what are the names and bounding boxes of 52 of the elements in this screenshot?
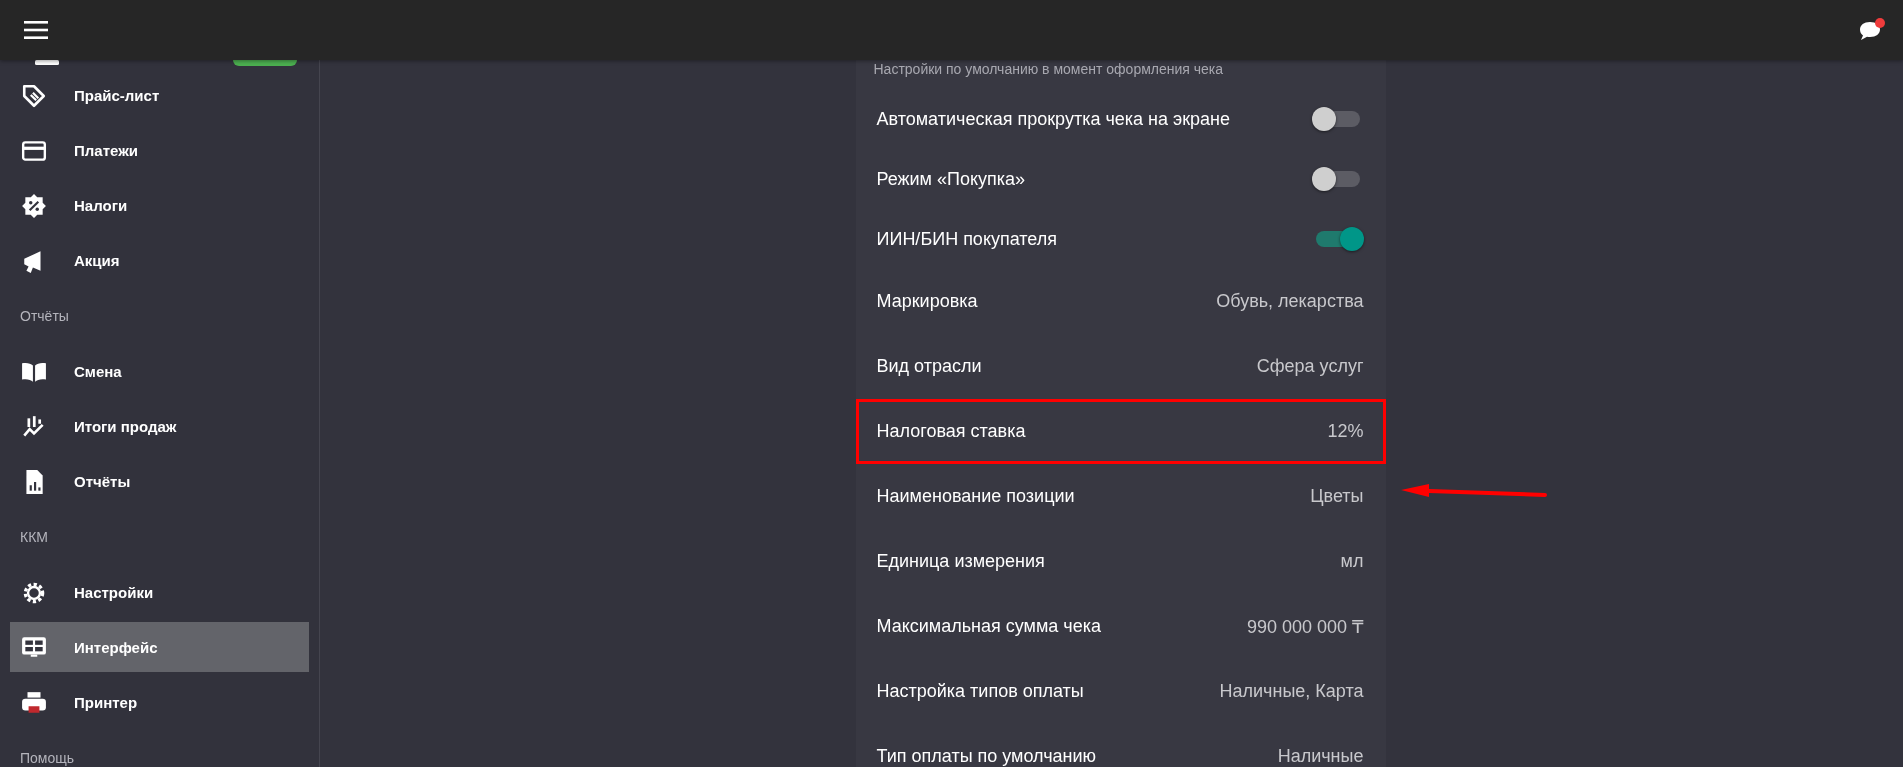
sidebar-item[interactable]: Принтер xyxy=(10,675,309,730)
settings-row[interactable]: Вид отрасли Сфера услуг xyxy=(855,334,1386,399)
setting-value: 990 000 000 ₸ xyxy=(1246,615,1364,638)
sidebar-item[interactable]: Интерфейс xyxy=(10,622,309,672)
setting-label: Вид отрасли xyxy=(876,356,982,377)
setting-value: Сфера услуг xyxy=(1256,356,1364,377)
setting-label: Единица измерения xyxy=(876,551,1045,572)
settings-row[interactable]: Режим «Покупка» xyxy=(855,149,1386,209)
sidebar-item[interactable]: Налоги xyxy=(10,178,309,233)
monitor-icon xyxy=(21,634,47,660)
section-subtitle: Настройки по умолчанию в момент оформления чека xyxy=(872,60,1225,78)
settings-row[interactable]: Настройка типов оплаты Наличные, Карта xyxy=(855,659,1386,724)
setting-label: Наименование позиции xyxy=(876,486,1075,507)
settings-row[interactable]: Максимальная сумма чека 990 000 000 ₸ xyxy=(855,594,1386,659)
setting-value: Обувь, лекарства xyxy=(1216,291,1364,312)
settings-row[interactable]: Маркировка Обувь, лекарства xyxy=(855,269,1386,334)
sidebar-item[interactable]: Отчёты xyxy=(10,454,309,509)
settings-row[interactable]: Налоговая ставка 12% xyxy=(855,399,1386,464)
chat-icon[interactable] xyxy=(1857,17,1887,43)
settings-row[interactable]: Тип оплаты по умолчанию Наличные xyxy=(855,724,1386,767)
sidebar-item[interactable]: Итоги продаж xyxy=(10,399,309,454)
settings-row[interactable]: Наименование позиции Цветы xyxy=(855,464,1386,529)
setting-label: Маркировка xyxy=(876,291,978,312)
section-heading: Отчёты xyxy=(19,307,70,326)
settings-row[interactable]: ИИН/БИН покупателя xyxy=(855,209,1386,269)
setting-value: Наличные, Карта xyxy=(1219,681,1364,702)
setting-label: Автоматическая прокрутка чека на экране xyxy=(876,108,1231,130)
sidebar-item[interactable]: Акция xyxy=(10,233,309,288)
setting-label: ИИН/БИН покупателя xyxy=(876,228,1058,250)
printer-icon xyxy=(21,689,47,716)
settings-row[interactable]: Автоматическая прокрутка чека на экране xyxy=(855,89,1386,149)
setting-label: Настройка типов оплаты xyxy=(876,681,1084,702)
sidebar-item[interactable]: Прайс-лист xyxy=(10,68,309,123)
status-badge xyxy=(233,60,297,66)
menu-icon[interactable] xyxy=(24,21,48,39)
sidebar-item[interactable]: Смена xyxy=(10,344,309,399)
percent-badge-icon xyxy=(21,192,47,219)
section-heading: Помощь xyxy=(19,749,76,767)
setting-label: Налоговая ставка xyxy=(876,421,1026,442)
setting-label: Режим «Покупка» xyxy=(876,168,1026,190)
section-heading: ККМ xyxy=(19,528,49,547)
setting-label: Тип оплаты по умолчанию xyxy=(876,746,1097,767)
item-icon xyxy=(35,60,59,65)
setting-value: мл xyxy=(1340,551,1364,572)
tag-icon xyxy=(21,82,47,109)
setting-value: Цветы xyxy=(1310,486,1364,507)
sidebar-item[interactable]: Настройки xyxy=(10,565,309,620)
setting-label: Максимальная сумма чека xyxy=(876,616,1102,637)
setting-value: Наличные xyxy=(1277,746,1364,767)
settings-row[interactable]: Единица измерения мл xyxy=(855,529,1386,594)
setting-value: 12% xyxy=(1327,421,1364,442)
sidebar-item[interactable]: Платежи xyxy=(10,123,309,178)
